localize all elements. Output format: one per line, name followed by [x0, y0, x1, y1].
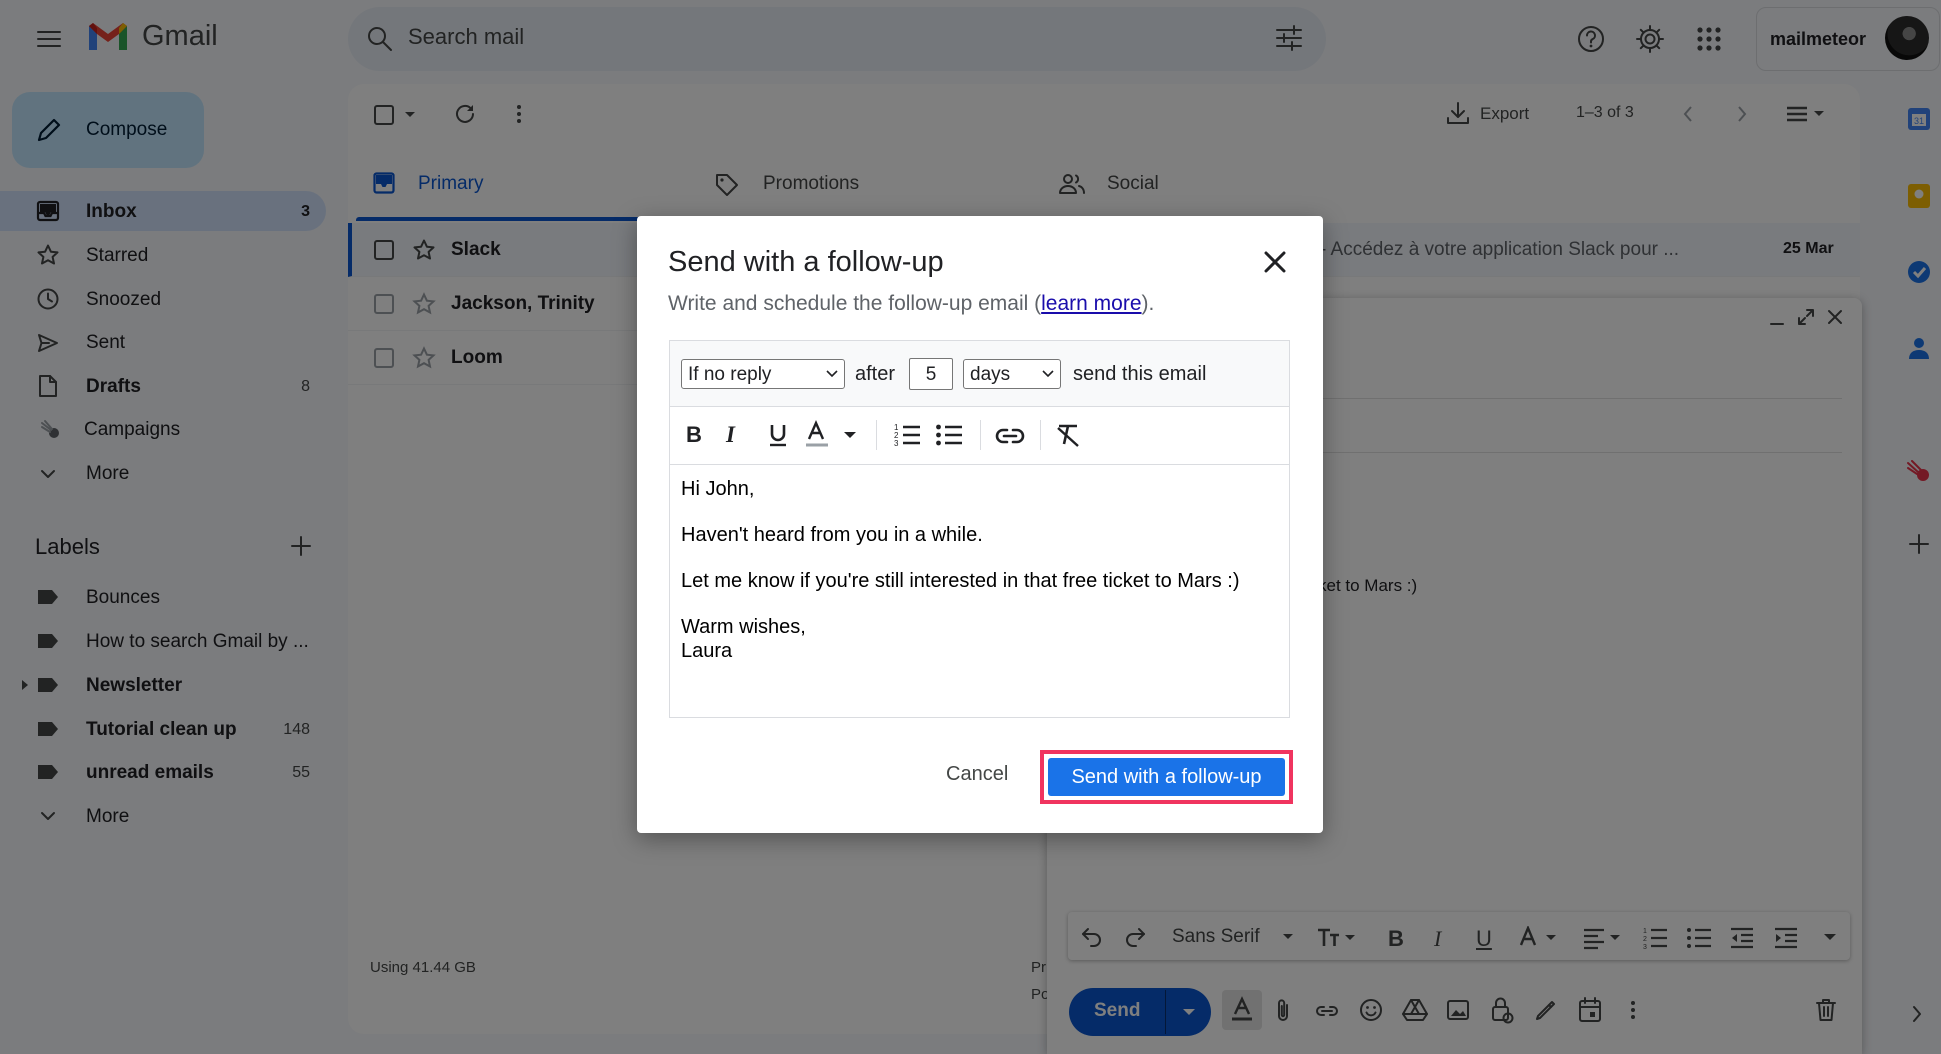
- send-with-follow-up-label: Send with a follow-up: [1071, 766, 1262, 788]
- subtitle-suffix: ).: [1141, 292, 1155, 315]
- divider: [980, 420, 981, 450]
- after-label: after: [855, 363, 896, 385]
- link-icon[interactable]: [995, 424, 1025, 448]
- text-color-icon[interactable]: [806, 420, 860, 450]
- underline-icon[interactable]: [767, 422, 789, 448]
- send-this-email-label: send this email: [1073, 363, 1207, 385]
- numbered-list-icon[interactable]: 123: [893, 422, 921, 448]
- chevron-down-icon: [1041, 369, 1055, 379]
- condition-value: If no reply: [688, 364, 772, 385]
- dialog-subtitle: Write and schedule the follow-up email (…: [668, 292, 1154, 316]
- divider: [876, 420, 877, 450]
- follow-up-body-line[interactable]: Laura: [681, 640, 732, 663]
- clear-formatting-icon[interactable]: [1054, 422, 1082, 448]
- italic-icon[interactable]: I: [726, 422, 735, 448]
- divider: [1040, 420, 1041, 450]
- subtitle-prefix: Write and schedule the follow-up email (: [668, 292, 1042, 315]
- condition-select[interactable]: If no reply: [681, 359, 845, 389]
- svg-text:3: 3: [894, 439, 899, 448]
- follow-up-body-line[interactable]: Hi John,: [681, 478, 754, 501]
- follow-up-body-line[interactable]: Let me know if you're still interested i…: [681, 570, 1240, 593]
- cancel-button[interactable]: Cancel: [946, 763, 1008, 786]
- follow-up-body-line[interactable]: Haven't heard from you in a while.: [681, 524, 983, 547]
- delay-input[interactable]: 5: [909, 358, 953, 390]
- chevron-down-icon: [825, 369, 839, 379]
- dialog-title: Send with a follow-up: [668, 246, 944, 278]
- bold-icon[interactable]: B: [686, 422, 702, 448]
- close-icon[interactable]: [1262, 249, 1288, 275]
- learn-more-link[interactable]: learn more: [1041, 292, 1141, 315]
- follow-up-body-line[interactable]: Warm wishes,: [681, 616, 806, 639]
- bullet-list-icon[interactable]: [935, 422, 963, 448]
- unit-value: days: [970, 364, 1011, 385]
